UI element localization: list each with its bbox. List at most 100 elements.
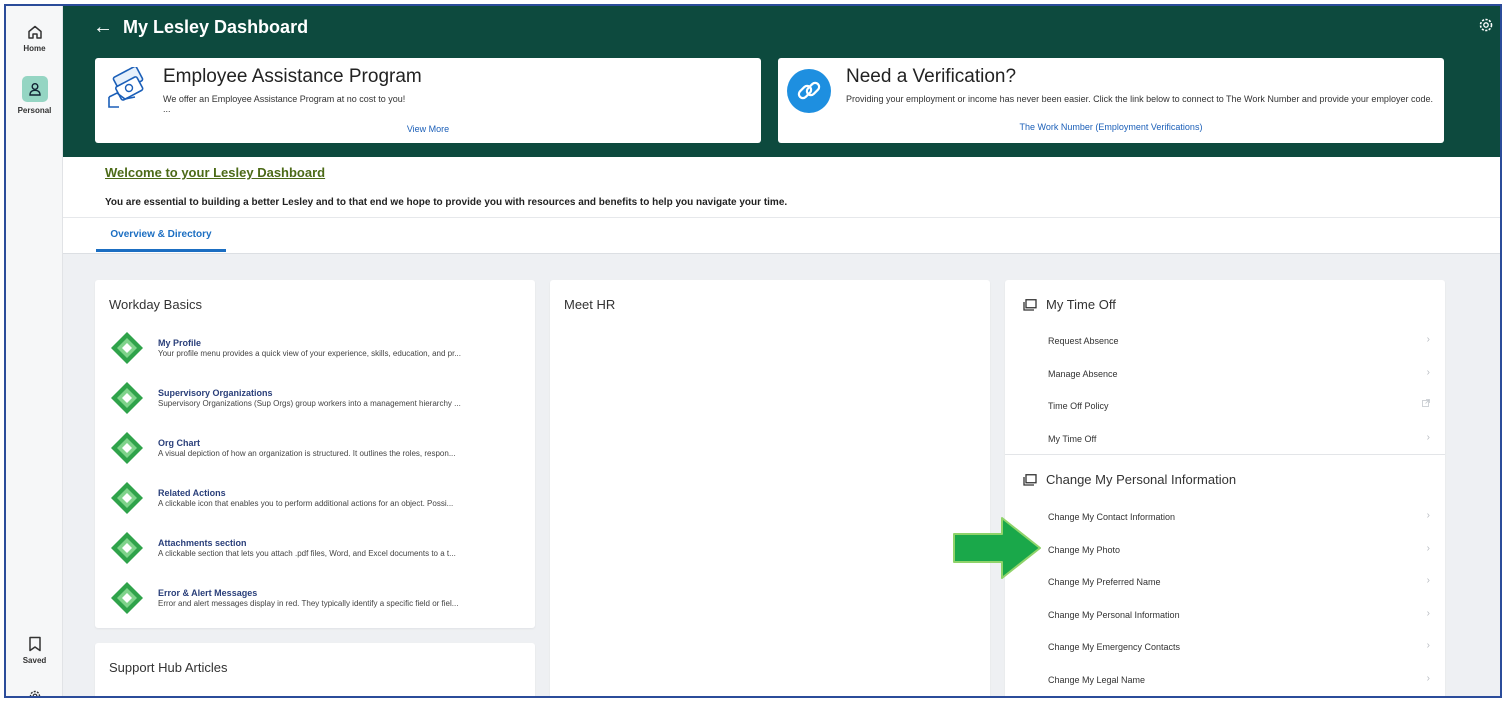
- eap-view-more-link[interactable]: View More: [95, 124, 761, 134]
- basic-item-description: Supervisory Organizations (Sup Orgs) gro…: [158, 399, 461, 408]
- left-rail: Home Personal Saved: [6, 6, 63, 696]
- home-icon: [27, 25, 42, 39]
- rail-personal[interactable]: Personal: [6, 76, 63, 115]
- quick-link-row[interactable]: Change My Photo ›: [1005, 535, 1445, 567]
- worklet-icon: [1023, 473, 1037, 486]
- workday-basics-item[interactable]: My Profile Your profile menu provides a q…: [109, 330, 529, 375]
- chevron-right-icon: ›: [1426, 334, 1430, 345]
- quick-link-row[interactable]: Change My Contact Information ›: [1005, 502, 1445, 534]
- person-icon: [28, 83, 41, 96]
- workday-basics-item[interactable]: Related Actions A clickable icon that ena…: [109, 480, 529, 525]
- quick-link-row[interactable]: Request Absence ›: [1005, 326, 1445, 358]
- personal-info-title: Change My Personal Information: [1046, 472, 1237, 487]
- workday-logo-icon: [109, 580, 145, 616]
- rail-personal-label: Personal: [17, 106, 52, 115]
- quick-links-card: My Time Off Request Absence › Manage Absen…: [1005, 280, 1445, 697]
- quick-link-row[interactable]: Manage Absence ›: [1005, 359, 1445, 391]
- rail-settings[interactable]: [6, 689, 63, 696]
- quick-link-row[interactable]: My Time Off ›: [1005, 424, 1445, 456]
- time-off-title: My Time Off: [1046, 297, 1116, 312]
- basic-item-description: Your profile menu provides a quick view …: [158, 349, 461, 358]
- rail-saved[interactable]: Saved: [6, 636, 63, 665]
- section-divider: [1005, 454, 1445, 455]
- basic-item-title: Org Chart: [158, 438, 201, 448]
- quick-link-row[interactable]: Change My Preferred Name ›: [1005, 567, 1445, 599]
- time-off-header: My Time Off: [1023, 297, 1116, 312]
- quick-link-row[interactable]: Change My Emergency Contacts ›: [1005, 632, 1445, 664]
- promo-card-eap: Employee Assistance Program We offer an …: [95, 58, 761, 143]
- quick-link-label: Change My Emergency Contacts: [1048, 642, 1181, 652]
- workday-window: Home Personal Saved ← My Lesley Dashboar…: [4, 4, 1502, 698]
- quick-link-label: Time Off Policy: [1048, 401, 1109, 411]
- quick-link-label: Change My Legal Name: [1048, 674, 1146, 685]
- eap-ellipsis: ...: [163, 104, 171, 114]
- basic-item-title: My Profile: [158, 338, 202, 348]
- gear-icon: [29, 690, 40, 696]
- money-hands-icon: [108, 67, 144, 108]
- work-number-link[interactable]: The Work Number (Employment Verification…: [778, 122, 1444, 132]
- workday-logo-icon: [109, 480, 145, 516]
- support-hub-title: Support Hub Articles: [109, 660, 228, 675]
- eap-description: We offer an Employee Assistance Program …: [163, 94, 406, 104]
- rail-home[interactable]: Home: [6, 24, 63, 53]
- eap-title: Employee Assistance Program: [163, 66, 422, 87]
- basic-item-title: Supervisory Organizations: [158, 388, 273, 398]
- quick-link-label: Change My Photo: [1048, 544, 1121, 555]
- quick-link-row[interactable]: Change My Legal Name ›: [1005, 665, 1445, 697]
- rail-home-label: Home: [23, 44, 46, 53]
- external-link-icon: [1422, 399, 1430, 410]
- chevron-right-icon: ›: [1426, 575, 1430, 586]
- basic-item-title: Error & Alert Messages: [158, 588, 258, 598]
- promo-card-verification: Need a Verification? Providing your empl…: [778, 58, 1444, 143]
- workday-basics-item[interactable]: Attachments section A clickable section t…: [109, 530, 529, 575]
- quick-link-label: Change My Contact Information: [1048, 512, 1176, 522]
- settings-gear-icon[interactable]: [1478, 17, 1494, 38]
- chevron-right-icon: ›: [1426, 366, 1430, 378]
- support-hub-card: Support Hub Articles: [95, 643, 535, 696]
- meet-hr-title: Meet HR: [564, 297, 616, 312]
- link-icon: [787, 69, 831, 113]
- welcome-heading[interactable]: Welcome to your Lesley Dashboard: [105, 165, 325, 180]
- welcome-text: You are essential to building a better L…: [105, 197, 788, 208]
- dashboard-header: ← My Lesley Dashboard Employee Assistanc…: [63, 6, 1500, 157]
- workday-basics-card: Workday Basics My Profile Your profile me…: [95, 280, 535, 628]
- quick-link-label: Manage Absence: [1048, 368, 1118, 379]
- workday-logo-icon: [109, 430, 145, 466]
- quick-link-row[interactable]: Change My Personal Information ›: [1005, 600, 1445, 632]
- personal-tile: [21, 76, 48, 102]
- annotation-arrow-icon: [953, 517, 1041, 579]
- workday-basics-item[interactable]: Error & Alert Messages Error and alert me…: [109, 580, 529, 625]
- basic-item-description: A visual depiction of how an organizatio…: [158, 449, 456, 458]
- chevron-right-icon: ›: [1426, 542, 1430, 554]
- tab-divider: [63, 217, 1500, 218]
- workday-logo-icon: [109, 380, 145, 416]
- bookmark-icon: [28, 636, 41, 652]
- quick-link-label: Change My Preferred Name: [1048, 577, 1161, 587]
- basic-item-description: Error and alert messages display in red.…: [158, 599, 459, 608]
- basic-item-title: Attachments section: [158, 538, 247, 548]
- welcome-section: Welcome to your Lesley Dashboard You are…: [63, 157, 1500, 254]
- workday-basics-item[interactable]: Supervisory Organizations Supervisory Org…: [109, 380, 529, 425]
- workday-basics-title: Workday Basics: [109, 297, 202, 312]
- chevron-right-icon: ›: [1426, 431, 1430, 443]
- chevron-right-icon: ›: [1426, 640, 1430, 651]
- personal-info-header: Change My Personal Information: [1023, 472, 1236, 487]
- worklet-icon: [1023, 298, 1037, 311]
- verification-title: Need a Verification?: [846, 66, 1017, 87]
- workday-logo-icon: [109, 530, 145, 566]
- rail-saved-label: Saved: [22, 656, 47, 665]
- tab-overview-directory[interactable]: Overview & Directory: [96, 220, 226, 252]
- workday-basics-item[interactable]: Org Chart A visual depiction of how an or…: [109, 430, 529, 475]
- chevron-right-icon: ›: [1426, 510, 1430, 521]
- quick-link-label: Request Absence: [1048, 336, 1119, 346]
- basic-item-description: A clickable section that lets you attach…: [158, 549, 456, 558]
- workday-logo-icon: [109, 330, 145, 366]
- meet-hr-card: Meet HR: [550, 280, 990, 696]
- chevron-right-icon: ›: [1426, 672, 1430, 684]
- quick-link-row[interactable]: Time Off Policy: [1005, 391, 1445, 423]
- basic-item-description: A clickable icon that enables you to per…: [158, 499, 454, 508]
- back-arrow-icon[interactable]: ←: [93, 16, 113, 39]
- basic-item-title: Related Actions: [158, 488, 226, 498]
- chevron-right-icon: ›: [1426, 607, 1430, 619]
- verification-description: Providing your employment or income has …: [846, 94, 1433, 104]
